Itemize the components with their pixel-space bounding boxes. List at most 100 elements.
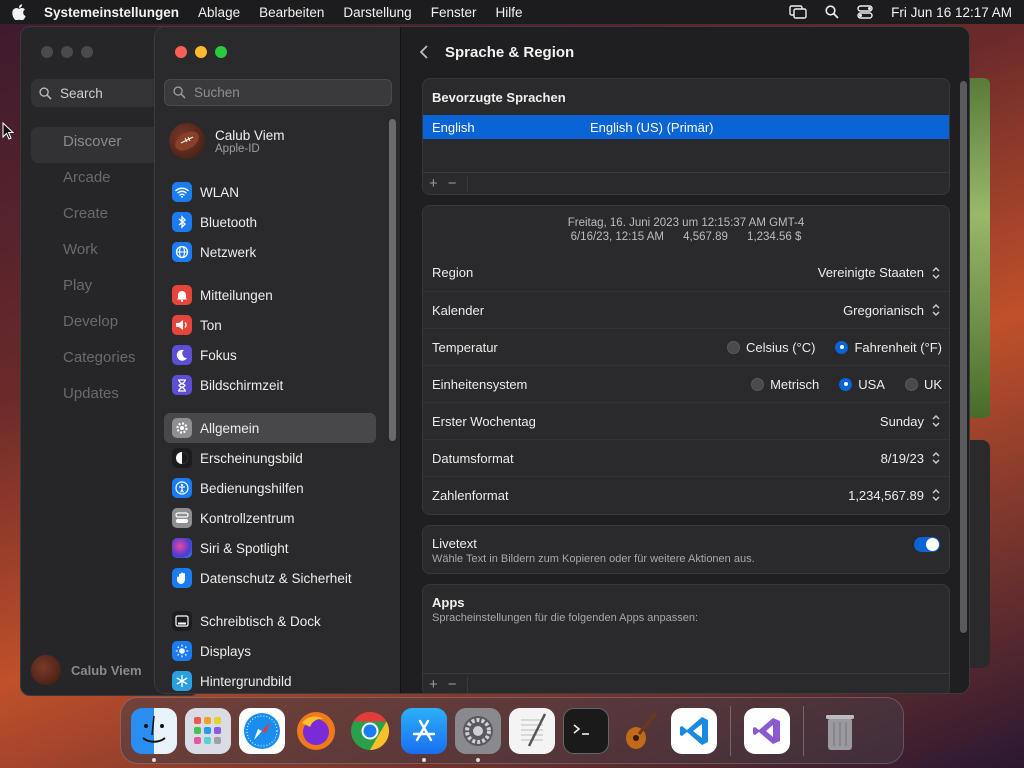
menu-app-name[interactable]: Systemeinstellungen <box>44 5 179 20</box>
sidebar-item-ton[interactable]: Ton <box>164 310 376 340</box>
dock-vscode[interactable] <box>671 707 717 754</box>
radio-button[interactable] <box>835 340 849 354</box>
sidebar-item-kontrollzentrum[interactable]: Kontrollzentrum <box>164 503 376 533</box>
livetext-toggle[interactable] <box>914 537 940 552</box>
region-label: Region <box>432 265 474 280</box>
updown-chevron-icon <box>932 304 940 316</box>
sidebar-item-netzwerk[interactable]: Netzwerk <box>164 237 376 267</box>
bluetooth-icon <box>172 212 192 232</box>
sidebar-item-mitteilungen[interactable]: Mitteilungen <box>164 280 376 310</box>
date-format-select[interactable]: 8/19/23 <box>881 450 942 466</box>
measurement-row: Einheitensystem Metrisch USA UK <box>423 365 949 402</box>
radio-button[interactable] <box>726 340 740 354</box>
menu-darstellung[interactable]: Darstellung <box>343 5 411 20</box>
sidebar-item-label: Siri & Spotlight <box>200 540 289 556</box>
sidebar-item-bildschirmzeit[interactable]: Bildschirmzeit <box>164 370 376 400</box>
add-app-button[interactable]: + <box>429 676 438 693</box>
zoom-button[interactable] <box>215 46 227 58</box>
app-store-account[interactable]: Calub Viem <box>31 655 142 685</box>
control-center-icon <box>172 508 192 528</box>
measurement-option-usa[interactable]: USA <box>839 377 885 392</box>
temperature-option-celsius[interactable]: Celsius (°C) <box>726 340 815 355</box>
number-format-select[interactable]: 1,234,567.89 <box>848 487 942 503</box>
menu-bearbeiten[interactable]: Bearbeiten <box>259 5 324 20</box>
region-select[interactable]: Vereinigte Staaten <box>818 265 942 281</box>
main-scrollbar[interactable] <box>960 81 967 633</box>
spotlight-search-icon[interactable] <box>825 5 839 19</box>
updown-chevron-icon <box>932 266 940 279</box>
app-store-search-label: Search <box>60 85 103 101</box>
vscode-icon <box>680 716 708 745</box>
sidebar-scrollbar[interactable] <box>389 119 396 441</box>
sidebar-item-schreibtisch-dock[interactable]: Schreibtisch & Dock <box>164 606 376 636</box>
menu-fenster[interactable]: Fenster <box>431 5 477 20</box>
sidebar-item-hintergrundbild[interactable]: Hintergrundbild <box>164 666 376 693</box>
siri-icon <box>172 538 192 558</box>
preferred-languages-card: Bevorzugte Sprachen English English (US)… <box>422 78 950 195</box>
screen-mirroring-icon[interactable] <box>789 5 807 19</box>
menu-hilfe[interactable]: Hilfe <box>495 5 522 20</box>
menu-ablage[interactable]: Ablage <box>198 5 240 20</box>
radio-button[interactable] <box>839 377 853 391</box>
updown-chevron-icon <box>932 415 940 427</box>
dock-finder[interactable] <box>131 707 177 762</box>
dock-launchpad[interactable] <box>185 707 231 754</box>
updown-chevron-icon <box>932 452 940 464</box>
calendar-label: Kalender <box>432 302 485 318</box>
dock-textedit[interactable] <box>509 707 555 754</box>
dock-chrome[interactable] <box>347 708 393 754</box>
radio-button[interactable] <box>904 377 918 391</box>
menu-clock[interactable]: Fri Jun 16 12:17 AM <box>891 5 1012 20</box>
calendar-row: Kalender Gregorianisch <box>423 291 949 328</box>
radio-button[interactable] <box>751 377 765 391</box>
dock-system-settings[interactable] <box>455 707 501 762</box>
profile-name: Calub Viem <box>215 127 285 143</box>
sidebar-item-datenschutz[interactable]: Datenschutz & Sicherheit <box>164 563 376 593</box>
dock-visual-studio[interactable] <box>744 707 790 754</box>
first-weekday-select[interactable]: Sunday <box>880 413 942 429</box>
sidebar-search-input[interactable]: Suchen <box>164 79 392 106</box>
avatar <box>169 123 205 159</box>
profile-subtitle: Apple-ID <box>215 142 260 155</box>
sun-icon <box>172 641 192 661</box>
sidebar-item-erscheinungsbild[interactable]: Erscheinungsbild <box>164 443 376 473</box>
measurement-option-uk[interactable]: UK <box>904 377 942 392</box>
sidebar-item-label: Mitteilungen <box>200 287 273 303</box>
control-center-icon[interactable] <box>857 5 873 19</box>
minimize-button[interactable] <box>195 46 207 58</box>
sidebar-item-allgemein[interactable]: Allgemein <box>164 413 376 443</box>
sidebar-profile[interactable]: Calub Viem Apple-ID <box>169 123 285 159</box>
sidebar-item-label: Bluetooth <box>200 214 258 230</box>
first-weekday-label: Erster Wochentag <box>432 413 536 429</box>
calendar-select[interactable]: Gregorianisch <box>843 302 942 318</box>
add-language-button[interactable]: + <box>429 175 438 192</box>
temperature-option-fahrenheit[interactable]: Fahrenheit (°F) <box>835 340 942 355</box>
sidebar-item-siri-spotlight[interactable]: Siri & Spotlight <box>164 533 376 563</box>
gear-icon <box>463 715 493 746</box>
apps-description: Spracheinstellungen für die folgenden Ap… <box>432 612 699 624</box>
apps-add-remove: + − <box>423 673 949 693</box>
apple-logo-icon[interactable] <box>12 4 26 20</box>
language-row[interactable]: English English (US) (Primär) <box>423 115 949 139</box>
apps-title: Apps <box>432 595 465 610</box>
dock-safari[interactable] <box>239 707 285 754</box>
dock-app-store[interactable] <box>401 707 447 762</box>
region-value: Vereinigte Staaten <box>817 265 924 280</box>
remove-app-button[interactable]: − <box>448 676 457 693</box>
dock-terminal[interactable] <box>563 707 609 754</box>
sidebar-item-bedienungshilfen[interactable]: Bedienungshilfen <box>164 473 376 503</box>
sidebar-item-displays[interactable]: Displays <box>164 636 376 666</box>
temperature-label: Temperatur <box>432 339 498 355</box>
close-button[interactable] <box>175 46 187 58</box>
back-chevron-icon[interactable] <box>419 44 429 60</box>
dock-trash[interactable] <box>817 708 863 754</box>
dock-firefox[interactable] <box>293 708 339 754</box>
sidebar-item-label: Schreibtisch & Dock <box>200 613 321 629</box>
remove-language-button[interactable]: − <box>448 175 457 192</box>
measurement-option-metric[interactable]: Metrisch <box>751 377 819 392</box>
sidebar-item-fokus[interactable]: Fokus <box>164 340 376 370</box>
dock-garageband[interactable] <box>617 708 663 754</box>
sidebar-item-wlan[interactable]: WLAN <box>164 177 376 207</box>
sidebar-item-bluetooth[interactable]: Bluetooth <box>164 207 376 237</box>
background-window-edge <box>970 440 990 668</box>
